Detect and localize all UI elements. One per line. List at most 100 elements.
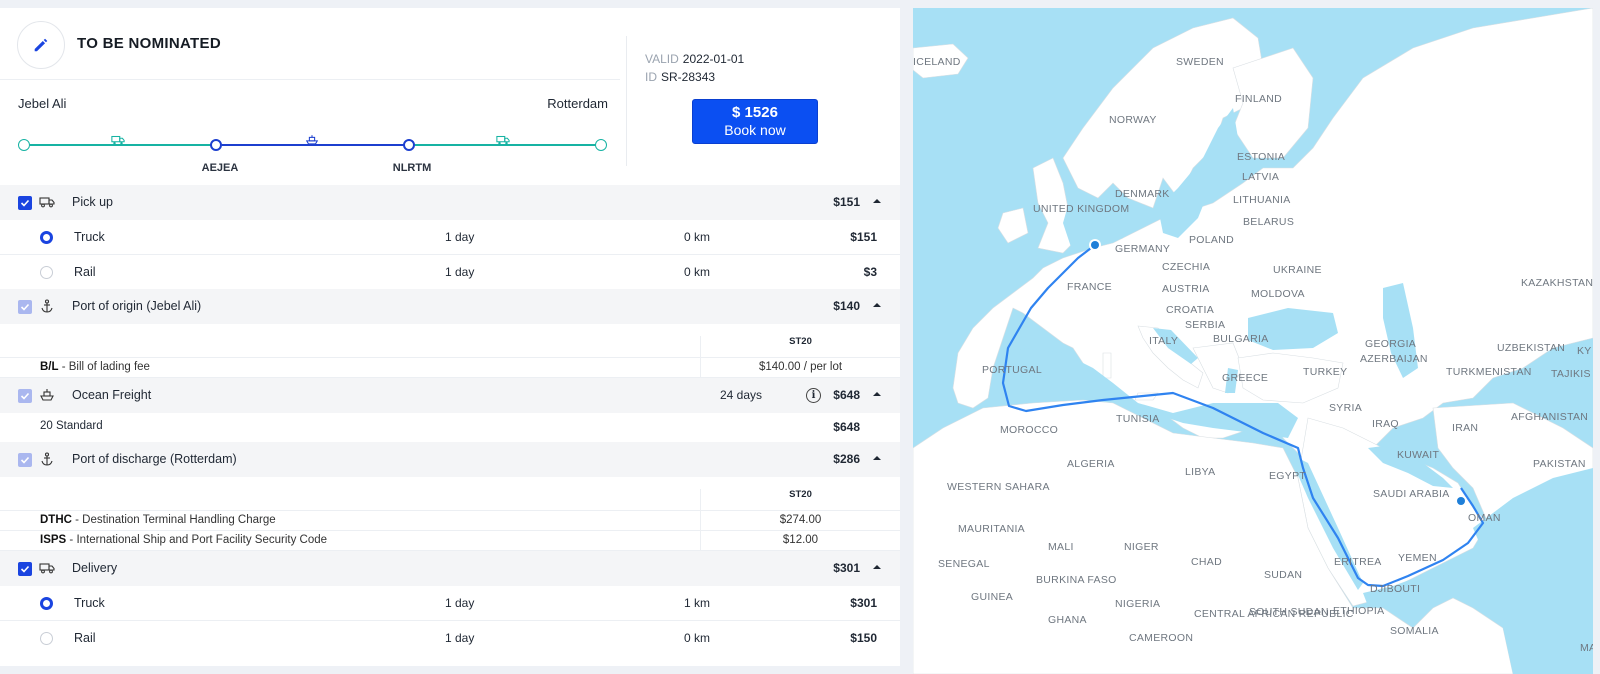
- option-price: $3: [863, 265, 877, 279]
- ocean-title: Ocean Freight: [72, 388, 152, 402]
- origin-port-node: [210, 139, 222, 151]
- map-label: AFGHANISTAN: [1511, 411, 1589, 423]
- port-origin-checkbox: [18, 300, 32, 314]
- chevron-up-icon[interactable]: [872, 300, 882, 310]
- ocean-price: $648: [833, 388, 860, 402]
- map-label: ICELAND: [913, 56, 961, 68]
- book-now-button[interactable]: $ 1526 Book now: [692, 99, 818, 144]
- map-label: UKRAINE: [1273, 264, 1322, 276]
- radio-unselected[interactable]: [40, 266, 53, 279]
- map-label: MOLDOVA: [1251, 288, 1305, 300]
- map-label: AUSTRIA: [1162, 283, 1210, 295]
- origin-city: Jebel Ali: [18, 96, 67, 111]
- port-discharge-price: $286: [833, 452, 860, 466]
- fee-desc: - Destination Terminal Handling Charge: [71, 514, 276, 526]
- container-price: $648: [833, 420, 860, 434]
- edit-button[interactable]: [17, 21, 65, 69]
- pickup-section-header[interactable]: Pick up $151: [0, 185, 900, 220]
- radio-selected[interactable]: [40, 597, 53, 610]
- map-label: KY: [1577, 345, 1592, 357]
- option-name: Rail: [74, 265, 96, 279]
- fee-column-header: ST20: [700, 336, 900, 358]
- pickup-option-truck[interactable]: Truck 1 day 0 km $151: [0, 220, 900, 255]
- map-label: LATVIA: [1242, 171, 1280, 183]
- map-label: ITALY: [1149, 335, 1179, 347]
- map-label: PORTUGAL: [982, 364, 1042, 376]
- map-label: BURKINA FASO: [1036, 574, 1117, 586]
- book-label: Book now: [724, 122, 786, 138]
- dest-port-node: [403, 139, 415, 151]
- option-distance: 0 km: [683, 265, 710, 279]
- port-discharge-checkbox: [18, 453, 32, 467]
- delivery-title: Delivery: [72, 561, 118, 575]
- fee-table-header: ST20: [0, 477, 900, 511]
- quote-id: ID SR-28343: [645, 70, 715, 84]
- chevron-up-icon[interactable]: [872, 562, 882, 572]
- map-label: SYRIA: [1329, 402, 1363, 414]
- delivery-price: $301: [833, 561, 860, 575]
- map-label: CZECHIA: [1162, 261, 1211, 273]
- map-label: CAMEROON: [1129, 632, 1194, 644]
- port-discharge-title: Port of discharge (Rotterdam): [72, 452, 237, 466]
- map-label: SENEGAL: [938, 558, 990, 570]
- check-icon: [20, 303, 30, 311]
- delivery-option-truck[interactable]: Truck 1 day 1 km $301: [0, 586, 900, 621]
- map-label: TAJIKIS: [1551, 368, 1591, 380]
- fee-value: $140.00 / per lot: [700, 358, 900, 378]
- map-label: MA: [1580, 642, 1593, 654]
- map-label: GUINEA: [971, 591, 1014, 603]
- chevron-up-icon[interactable]: [872, 453, 882, 463]
- map-label: KUWAIT: [1397, 449, 1440, 461]
- origin-node: [18, 139, 30, 151]
- delivery-section-header[interactable]: Delivery $301: [0, 551, 900, 586]
- port-origin-section-header[interactable]: Port of origin (Jebel Ali) $140: [0, 289, 900, 324]
- map-label: TURKMENISTAN: [1446, 366, 1532, 378]
- pencil-icon: [34, 38, 48, 52]
- valid-label: VALID: [645, 52, 679, 66]
- pickup-option-rail[interactable]: Rail 1 day 0 km $3: [0, 255, 900, 290]
- quote-panel: TO BE NOMINATED VALID 2022-01-01 ID SR-283…: [0, 8, 900, 666]
- map-label: MAURITANIA: [958, 523, 1025, 535]
- truck-icon: [39, 563, 55, 574]
- route-timeline: AEJEA NLRTM: [0, 126, 620, 176]
- delivery-option-rail[interactable]: Rail 1 day 0 km $150: [0, 621, 900, 656]
- chevron-up-icon[interactable]: [872, 389, 882, 399]
- port-origin-price: $140: [833, 299, 860, 313]
- fee-code: DTHC: [40, 514, 72, 526]
- delivery-checkbox[interactable]: [18, 562, 32, 576]
- option-name: Truck: [74, 596, 105, 610]
- ocean-checkbox: [18, 389, 32, 403]
- radio-selected[interactable]: [40, 231, 53, 244]
- map-label: SWEDEN: [1176, 56, 1224, 68]
- map-label: TURKEY: [1303, 366, 1348, 378]
- radio-unselected[interactable]: [40, 632, 53, 645]
- map-label: LIBYA: [1185, 466, 1216, 478]
- fee-name: B/L - Bill of lading fee: [40, 361, 150, 373]
- chevron-up-icon[interactable]: [872, 196, 882, 206]
- container-row: 20 Standard $648: [0, 413, 900, 441]
- map-label: SOUTH SUDAN: [1249, 606, 1329, 618]
- map-label: OMAN: [1468, 512, 1501, 524]
- port-discharge-section-header[interactable]: Port of discharge (Rotterdam) $286: [0, 442, 900, 477]
- map-label: NIGERIA: [1115, 598, 1161, 610]
- anchor-icon: [41, 299, 53, 313]
- map-label: ERITREA: [1334, 556, 1382, 568]
- destination-city: Rotterdam: [547, 96, 608, 111]
- map-label: ESTONIA: [1237, 151, 1286, 163]
- truck-icon: [111, 135, 125, 145]
- map-label: NIGER: [1124, 541, 1159, 553]
- option-name: Truck: [74, 230, 105, 244]
- check-icon: [20, 565, 30, 573]
- pickup-checkbox[interactable]: [18, 196, 32, 210]
- id-label: ID: [645, 70, 657, 84]
- option-days: 1 day: [445, 265, 475, 279]
- info-icon[interactable]: i: [806, 388, 821, 403]
- option-price: $150: [850, 631, 877, 645]
- truck-icon: [496, 135, 510, 145]
- map-label: LITHUANIA: [1233, 194, 1291, 206]
- ocean-section-header[interactable]: Ocean Freight 24 days i $648: [0, 378, 900, 413]
- port-origin-title: Port of origin (Jebel Ali): [72, 299, 202, 313]
- valid-value: 2022-01-01: [682, 52, 745, 66]
- dest-port-code: NLRTM: [392, 162, 432, 174]
- route-map[interactable]: ICELAND SWEDEN FINLAND NORWAY ESTONIA LA…: [913, 8, 1593, 674]
